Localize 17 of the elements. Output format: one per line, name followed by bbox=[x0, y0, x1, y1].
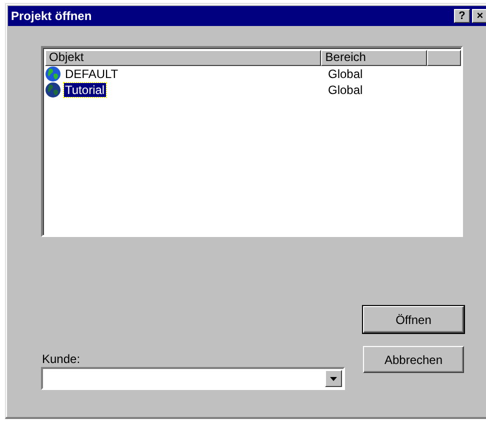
customer-combobox[interactable] bbox=[41, 367, 345, 390]
customer-label: Kunde: bbox=[42, 351, 80, 368]
project-name[interactable]: DEFAULT bbox=[64, 67, 120, 81]
column-header[interactable]: Bereich bbox=[321, 50, 428, 66]
help-button[interactable]: ? bbox=[454, 9, 470, 23]
cancel-button[interactable]: Abbrechen bbox=[363, 346, 464, 373]
column-header[interactable]: Objekt bbox=[45, 50, 322, 66]
scope-text: Global bbox=[327, 66, 363, 83]
open-button[interactable]: Öffnen bbox=[363, 306, 464, 333]
scope-text: Global bbox=[327, 82, 363, 99]
dropdown-arrow-icon bbox=[330, 376, 337, 380]
close-button[interactable]: × bbox=[472, 9, 486, 23]
project-name[interactable]: Tutorial bbox=[64, 83, 106, 97]
globe-icon bbox=[45, 82, 61, 98]
window-title: Projekt öffnen bbox=[11, 8, 93, 25]
dropdown-button[interactable] bbox=[325, 370, 342, 387]
globe-icon bbox=[45, 66, 61, 82]
